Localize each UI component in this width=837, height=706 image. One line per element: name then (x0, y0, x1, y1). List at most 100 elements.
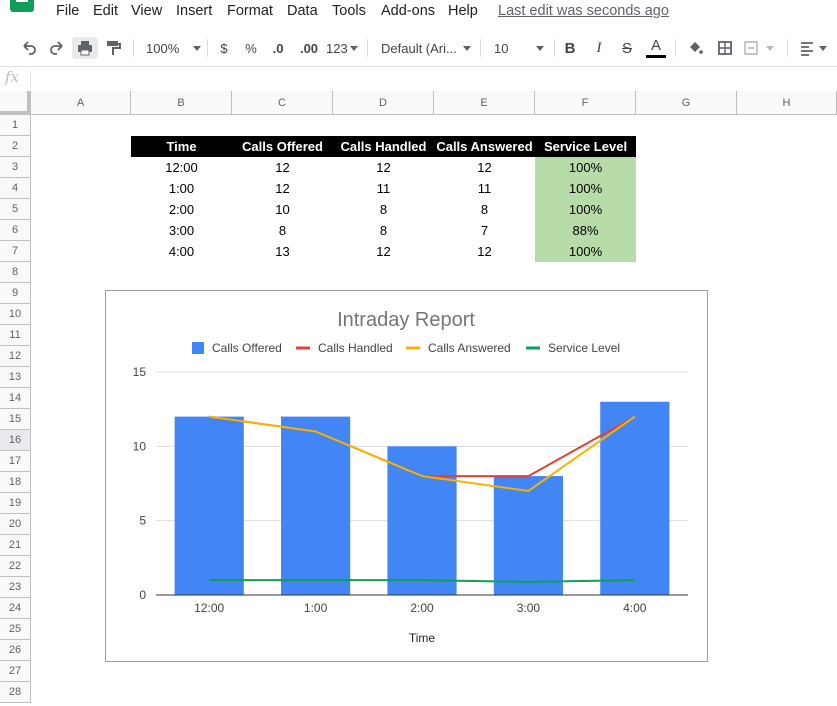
table-cell-time[interactable]: 3:00 (131, 220, 232, 241)
row-header-28[interactable]: 28 (0, 682, 31, 703)
last-edit-link[interactable]: Last edit was seconds ago (498, 3, 669, 19)
table-cell-time[interactable]: 12:00 (131, 157, 232, 178)
table-cell-calls-answered[interactable]: 12 (434, 157, 535, 178)
menu-insert[interactable]: Insert (176, 3, 212, 19)
bold-button[interactable]: B (562, 37, 578, 59)
table-cell-calls-handled[interactable]: 12 (333, 157, 434, 178)
decrease-decimal-button[interactable]: .0 (268, 37, 288, 59)
table-cell-service-level[interactable]: 100% (535, 157, 636, 178)
row-header-13[interactable]: 13 (0, 367, 31, 388)
menu-tools[interactable]: Tools (332, 3, 366, 19)
row-header-19[interactable]: 19 (0, 493, 31, 514)
format-percent-button[interactable]: % (244, 37, 258, 59)
table-cell-calls-answered[interactable]: 8 (434, 199, 535, 220)
row-header-17[interactable]: 17 (0, 451, 31, 472)
borders-button[interactable] (714, 37, 736, 59)
sheets-logo-icon[interactable] (10, 0, 34, 12)
header-cell-calls-handled[interactable]: Calls Handled (333, 136, 434, 157)
header-cell-time[interactable]: Time (131, 136, 232, 157)
row-header-15[interactable]: 15 (0, 409, 31, 430)
formula-input[interactable] (38, 70, 828, 88)
table-cell-calls-answered[interactable]: 7 (434, 220, 535, 241)
column-header-f[interactable]: F (535, 91, 636, 115)
row-header-7[interactable]: 7 (0, 241, 31, 262)
select-all-corner[interactable] (0, 91, 31, 115)
menu-view[interactable]: View (131, 3, 162, 19)
column-header-g[interactable]: G (636, 91, 737, 115)
format-currency-button[interactable]: $ (217, 37, 231, 59)
header-cell-calls-answered[interactable]: Calls Answered (434, 136, 535, 157)
table-cell-calls-offered[interactable]: 12 (232, 178, 333, 199)
table-cell-service-level[interactable]: 100% (535, 241, 636, 262)
table-cell-calls-answered[interactable]: 12 (434, 241, 535, 262)
table-cell-calls-answered[interactable]: 11 (434, 178, 535, 199)
table-cell-time[interactable]: 1:00 (131, 178, 232, 199)
row-header-25[interactable]: 25 (0, 619, 31, 640)
row-header-12[interactable]: 12 (0, 346, 31, 367)
menu-addons[interactable]: Add-ons (381, 3, 435, 19)
row-header-27[interactable]: 27 (0, 661, 31, 682)
row-header-16[interactable]: 16 (0, 430, 31, 451)
row-header-11[interactable]: 11 (0, 325, 31, 346)
column-header-h[interactable]: H (737, 91, 837, 115)
menu-data[interactable]: Data (287, 3, 318, 19)
table-cell-time[interactable]: 4:00 (131, 241, 232, 262)
table-cell-time[interactable]: 2:00 (131, 199, 232, 220)
table-cell-calls-handled[interactable]: 8 (333, 220, 434, 241)
column-header-e[interactable]: E (434, 91, 535, 115)
row-header-21[interactable]: 21 (0, 535, 31, 556)
row-header-1[interactable]: 1 (0, 115, 31, 136)
column-header-c[interactable]: C (232, 91, 333, 115)
row-header-26[interactable]: 26 (0, 640, 31, 661)
menu-format[interactable]: Format (227, 3, 273, 19)
header-cell-calls-offered[interactable]: Calls Offered (232, 136, 333, 157)
row-header-10[interactable]: 10 (0, 304, 31, 325)
row-header-5[interactable]: 5 (0, 199, 31, 220)
row-header-3[interactable]: 3 (0, 157, 31, 178)
print-button[interactable] (72, 37, 98, 59)
menu-file[interactable]: File (56, 3, 79, 19)
row-header-20[interactable]: 20 (0, 514, 31, 535)
table-cell-service-level[interactable]: 100% (535, 199, 636, 220)
zoom-select[interactable]: 100% (146, 37, 202, 59)
text-color-button[interactable]: A (645, 37, 667, 59)
row-header-22[interactable]: 22 (0, 556, 31, 577)
row-header-18[interactable]: 18 (0, 472, 31, 493)
menu-edit[interactable]: Edit (93, 3, 118, 19)
merge-cells-button[interactable] (742, 37, 778, 59)
increase-decimal-button[interactable]: .00 (297, 37, 321, 59)
menu-help[interactable]: Help (448, 3, 478, 19)
fill-color-button[interactable] (684, 37, 706, 59)
table-cell-calls-offered[interactable]: 8 (232, 220, 333, 241)
table-cell-calls-handled[interactable]: 12 (333, 241, 434, 262)
more-formats-button[interactable]: 123 (326, 37, 358, 59)
table-cell-service-level[interactable]: 88% (535, 220, 636, 241)
horizontal-align-button[interactable] (798, 37, 832, 59)
row-header-9[interactable]: 9 (0, 283, 31, 304)
table-cell-calls-offered[interactable]: 13 (232, 241, 333, 262)
chart-intraday-report[interactable]: Intraday Report Calls Offered Calls Handle… (105, 290, 708, 662)
font-family-select[interactable]: Default (Ari... (381, 37, 473, 59)
table-cell-calls-handled[interactable]: 11 (333, 178, 434, 199)
column-header-b[interactable]: B (131, 91, 232, 115)
row-header-14[interactable]: 14 (0, 388, 31, 409)
column-header-a[interactable]: A (31, 91, 131, 115)
italic-button[interactable]: I (591, 37, 607, 59)
row-header-23[interactable]: 23 (0, 577, 31, 598)
redo-button[interactable] (46, 37, 68, 59)
table-cell-service-level[interactable]: 100% (535, 178, 636, 199)
strikethrough-button[interactable]: S (619, 37, 635, 59)
row-header-24[interactable]: 24 (0, 598, 31, 619)
table-cell-calls-offered[interactable]: 12 (232, 157, 333, 178)
paint-format-button[interactable] (102, 37, 124, 59)
font-size-select[interactable]: 10 (494, 37, 548, 59)
header-cell-service-level[interactable]: Service Level (535, 136, 636, 157)
column-header-d[interactable]: D (333, 91, 434, 115)
row-header-6[interactable]: 6 (0, 220, 31, 241)
row-header-2[interactable]: 2 (0, 136, 31, 157)
row-header-4[interactable]: 4 (0, 178, 31, 199)
table-cell-calls-offered[interactable]: 10 (232, 199, 333, 220)
table-cell-calls-handled[interactable]: 8 (333, 199, 434, 220)
undo-button[interactable] (18, 37, 40, 59)
row-header-8[interactable]: 8 (0, 262, 31, 283)
